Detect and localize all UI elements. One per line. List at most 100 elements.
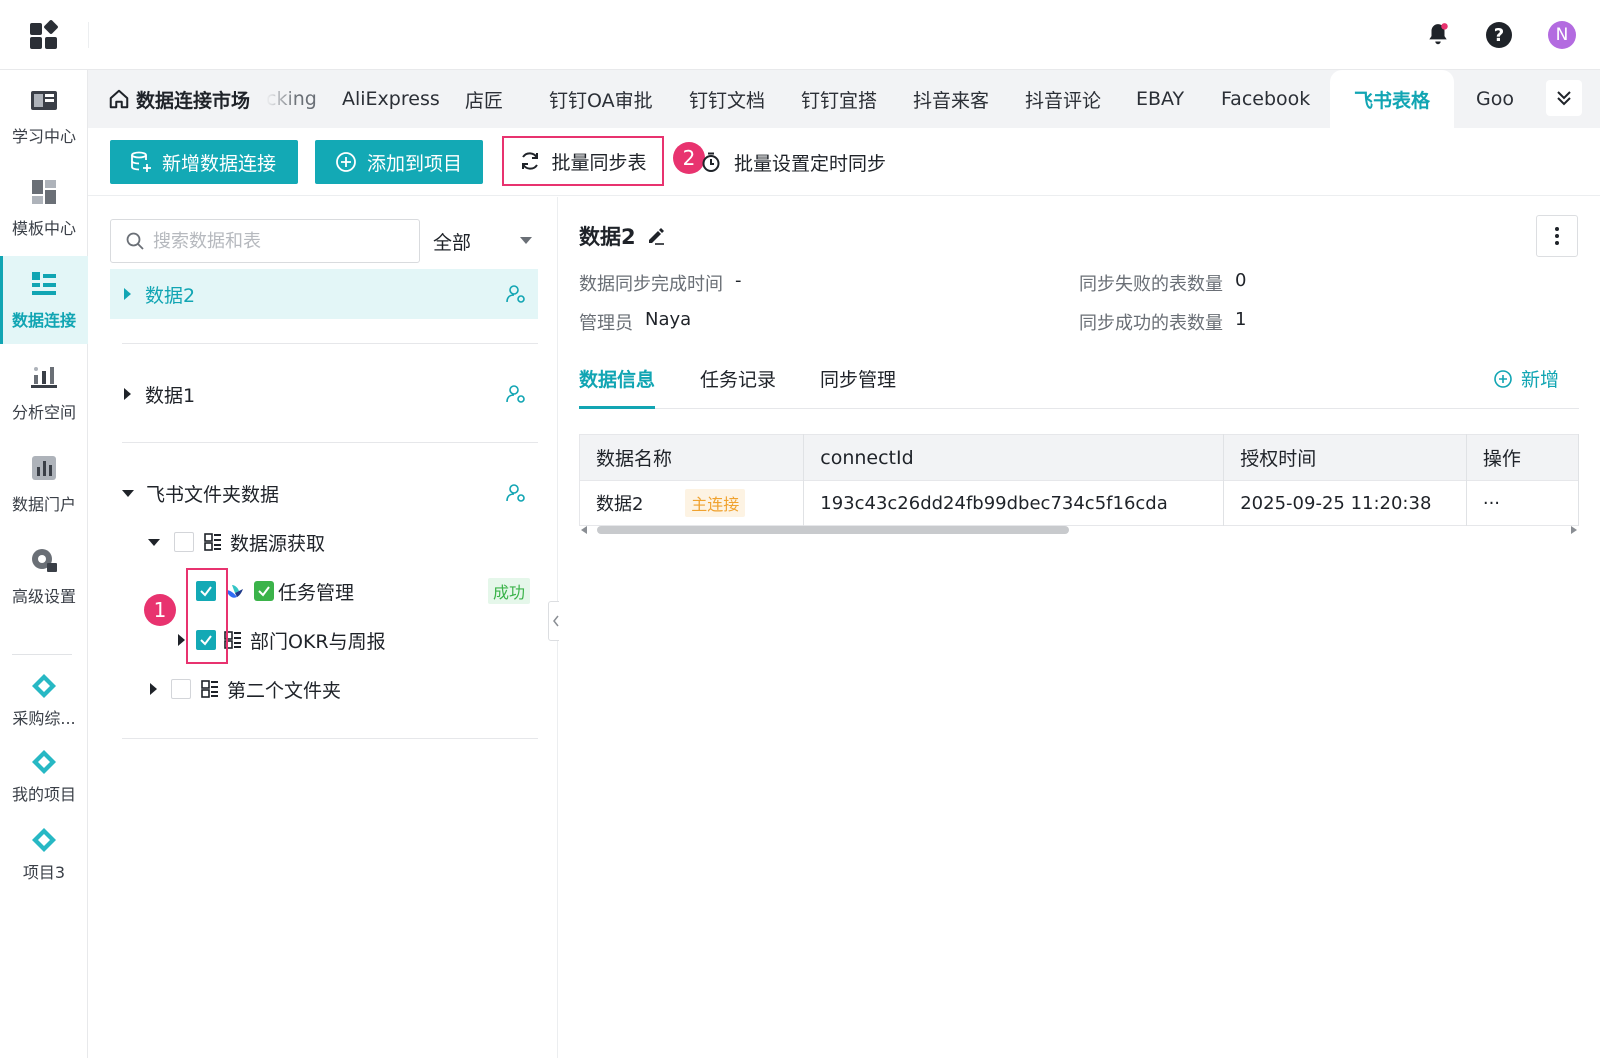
sidebar-project-my[interactable]: 我的项目 <box>0 738 88 814</box>
user-settings-icon[interactable] <box>506 384 526 404</box>
tree-item-label: 数据2 <box>145 284 196 307</box>
sidebar-item-advanced-settings[interactable]: 高级设置 <box>0 532 88 620</box>
tab-douyin-comments[interactable]: 抖音评论 <box>1025 70 1101 128</box>
scroll-left-icon[interactable] <box>581 526 587 534</box>
tab-dingtalk-oa[interactable]: 钉钉OA审批 <box>549 70 653 128</box>
avatar[interactable]: N <box>1545 18 1579 52</box>
row-actions-button[interactable]: ··· <box>1466 480 1580 526</box>
subtab-sync-management[interactable]: 同步管理 <box>820 357 896 409</box>
scroll-right-icon[interactable] <box>1571 526 1577 534</box>
table-horizontal-scrollbar[interactable] <box>579 524 1579 536</box>
status-badge: 成功 <box>487 578 530 604</box>
tab-feishu-sheets[interactable]: 飞书表格 <box>1330 70 1455 128</box>
home-icon <box>109 89 129 109</box>
bell-icon[interactable] <box>1421 18 1455 52</box>
tab-google[interactable]: Goo <box>1476 70 1516 128</box>
checkbox-second-folder[interactable] <box>171 679 191 699</box>
col-header-actions: 操作 <box>1466 434 1580 481</box>
tree-item-label: 数据源获取 <box>230 532 326 555</box>
sidebar-item-label: 分析空间 <box>11 403 76 422</box>
tree-item-data2[interactable]: 数据2 <box>110 269 538 319</box>
sidebar-item-label: 学习中心 <box>11 127 76 146</box>
sidebar-item-label: 项目3 <box>22 863 66 882</box>
sync-time-field: 数据同步完成时间 - <box>579 270 742 296</box>
expand-arrow-icon[interactable] <box>150 683 157 695</box>
expand-arrow-icon[interactable] <box>124 288 131 300</box>
analysis-icon <box>29 361 59 391</box>
sidebar-item-learning[interactable]: 学习中心 <box>0 72 88 160</box>
tree-item-okr[interactable]: 部门OKR与周报 <box>110 615 538 665</box>
collapse-arrow-icon[interactable] <box>148 538 160 546</box>
tab-douyin-laike[interactable]: 抖音来客 <box>913 70 989 128</box>
table-row: 数据2 主连接 193c43c26dd24fb99dbec734c5f16cda… <box>579 480 1580 526</box>
subtab-task-records[interactable]: 任务记录 <box>700 357 776 409</box>
sidebar-item-label: 模板中心 <box>11 219 76 238</box>
expand-arrow-icon[interactable] <box>178 634 185 646</box>
more-options-button[interactable] <box>1536 215 1578 257</box>
edit-icon[interactable] <box>646 226 666 246</box>
fail-count-field: 同步失败的表数量 0 <box>1079 270 1246 296</box>
collapse-arrow-icon[interactable] <box>122 489 134 497</box>
checkbox-source-fetch[interactable] <box>174 532 194 552</box>
detail-title: 数据2 <box>579 221 666 251</box>
admin-label: 管理员 <box>579 313 633 334</box>
sidebar-project-3[interactable]: 项目3 <box>0 816 88 892</box>
sidebar-item-data-connect[interactable]: 数据连接 <box>0 256 88 344</box>
project-diamond-icon <box>29 825 59 855</box>
book-icon <box>29 85 59 115</box>
tab-aliexpress[interactable]: AliExpress <box>342 70 440 128</box>
tree-item-feishu-folder[interactable]: 飞书文件夹数据 <box>110 468 538 518</box>
scrollbar-thumb[interactable] <box>597 526 1069 534</box>
tree-item-label: 部门OKR与周报 <box>250 630 386 653</box>
bar-chart-icon <box>29 453 59 483</box>
sidebar-item-analysis[interactable]: 分析空间 <box>0 348 88 436</box>
user-settings-icon[interactable] <box>506 284 526 304</box>
caret-down-icon <box>520 237 532 244</box>
sidebar-item-templates[interactable]: 模板中心 <box>0 164 88 252</box>
batch-sync-button[interactable]: 批量同步表 <box>502 136 664 186</box>
sidebar-item-label: 数据门户 <box>11 495 76 514</box>
expand-arrow-icon[interactable] <box>124 388 131 400</box>
tree-item-source-fetch[interactable]: 数据源获取 <box>110 517 538 567</box>
app-window: ? N 学习中心 模板中心 数据连接 分析空间 数据门户 高级设置 采购综...… <box>0 0 1600 1058</box>
cell-connect-id: 193c43c26dd24fb99dbec734c5f16cda <box>803 480 1225 526</box>
help-icon[interactable]: ? <box>1482 18 1516 52</box>
apps-grid-icon[interactable] <box>30 19 59 49</box>
add-new-button[interactable]: 新增 <box>1493 365 1559 392</box>
tree-divider <box>122 442 538 443</box>
tab-dianjiang[interactable]: 店匠 <box>465 70 503 128</box>
sidebar-item-portal[interactable]: 数据门户 <box>0 440 88 528</box>
tab-facebook[interactable]: Facebook <box>1221 70 1310 128</box>
filter-select-value: 全部 <box>433 231 472 254</box>
tab-dingtalk-docs[interactable]: 钉钉文档 <box>689 70 765 128</box>
template-icon <box>29 177 59 207</box>
batch-sync-label: 批量同步表 <box>551 151 647 174</box>
tab-dingtalk-yida[interactable]: 钉钉宜搭 <box>801 70 877 128</box>
batch-schedule-button[interactable]: 批量设置定时同步 <box>700 140 886 184</box>
search-input[interactable] <box>153 230 393 252</box>
tab-tracking[interactable]: cking <box>266 70 317 128</box>
subtab-data-info[interactable]: 数据信息 <box>579 357 656 409</box>
toolbar: 新增数据连接 添加到项目 批量同步表 2 批量设置定时同步 <box>88 128 1600 196</box>
search-icon <box>126 232 144 250</box>
sheet-grid-icon <box>204 533 221 551</box>
add-to-project-label: 添加到项目 <box>367 152 463 175</box>
tree-item-second-folder[interactable]: 第二个文件夹 <box>110 664 538 714</box>
connection-table: 数据名称 connectId 授权时间 操作 数据2 主连接 193c43c26… <box>579 434 1580 526</box>
tree-item-label: 第二个文件夹 <box>227 679 342 702</box>
cell-name-text: 数据2 <box>596 494 644 515</box>
plus-circle-icon <box>1494 369 1512 388</box>
tab-ebay[interactable]: EBAY <box>1136 70 1184 128</box>
add-connection-button[interactable]: 新增数据连接 <box>110 140 298 184</box>
tree-divider <box>122 738 538 739</box>
data-connect-icon <box>29 269 59 299</box>
sidebar-project-procurement[interactable]: 采购综... <box>0 662 88 738</box>
user-settings-icon[interactable] <box>506 483 526 503</box>
kebab-menu-icon <box>1555 227 1559 245</box>
tab-home-market[interactable]: 数据连接市场 <box>108 70 250 128</box>
tree-item-data1[interactable]: 数据1 <box>110 369 538 419</box>
tabs-expand-button[interactable] <box>1546 80 1582 116</box>
sidebar-item-label: 我的项目 <box>11 785 76 804</box>
filter-select[interactable]: 全部 <box>433 219 538 263</box>
add-to-project-button[interactable]: 添加到项目 <box>315 140 483 184</box>
